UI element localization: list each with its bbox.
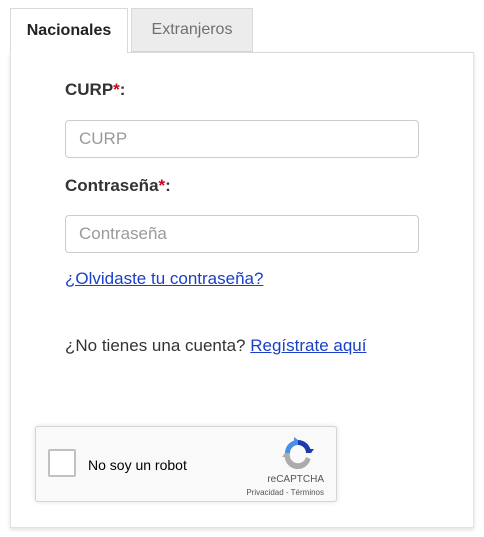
recaptcha-checkbox[interactable]: [48, 449, 76, 477]
recaptcha-widget: No soy un robot reCAPTCHA Privacidad - T…: [35, 426, 337, 502]
label-colon: :: [119, 80, 126, 99]
no-account-text: ¿No tienes una cuenta?: [65, 336, 246, 355]
password-label-text: Contraseña: [65, 176, 159, 195]
tab-nacionales-label: Nacionales: [26, 22, 112, 39]
recaptcha-separator: -: [283, 488, 291, 497]
tab-nacionales[interactable]: Nacionales: [10, 8, 128, 53]
recaptcha-terms-link[interactable]: Términos: [291, 488, 324, 497]
login-panel: CURP*: Contraseña*: ¿Olvidaste tu contra…: [10, 52, 474, 528]
recaptcha-label: No soy un robot: [88, 457, 187, 473]
curp-label-text: CURP: [65, 80, 114, 99]
password-input[interactable]: [65, 215, 419, 253]
tab-extranjeros[interactable]: Extranjeros: [131, 8, 253, 52]
recaptcha-privacy-link[interactable]: Privacidad: [246, 488, 283, 497]
register-prompt: ¿No tienes una cuenta? Regístrate aquí: [65, 336, 367, 356]
register-link[interactable]: Regístrate aquí: [250, 336, 366, 355]
tab-extranjeros-label: Extranjeros: [151, 21, 233, 38]
required-mark: *: [113, 80, 120, 99]
recaptcha-logo-icon: [282, 437, 314, 469]
label-colon: :: [165, 176, 171, 195]
recaptcha-brand: reCAPTCHA: [267, 474, 324, 485]
curp-input[interactable]: [65, 120, 419, 158]
recaptcha-links: Privacidad - Términos: [246, 488, 324, 497]
curp-label: CURP*:: [65, 80, 125, 100]
forgot-password-link[interactable]: ¿Olvidaste tu contraseña?: [65, 269, 263, 289]
password-label: Contraseña*:: [65, 176, 171, 196]
